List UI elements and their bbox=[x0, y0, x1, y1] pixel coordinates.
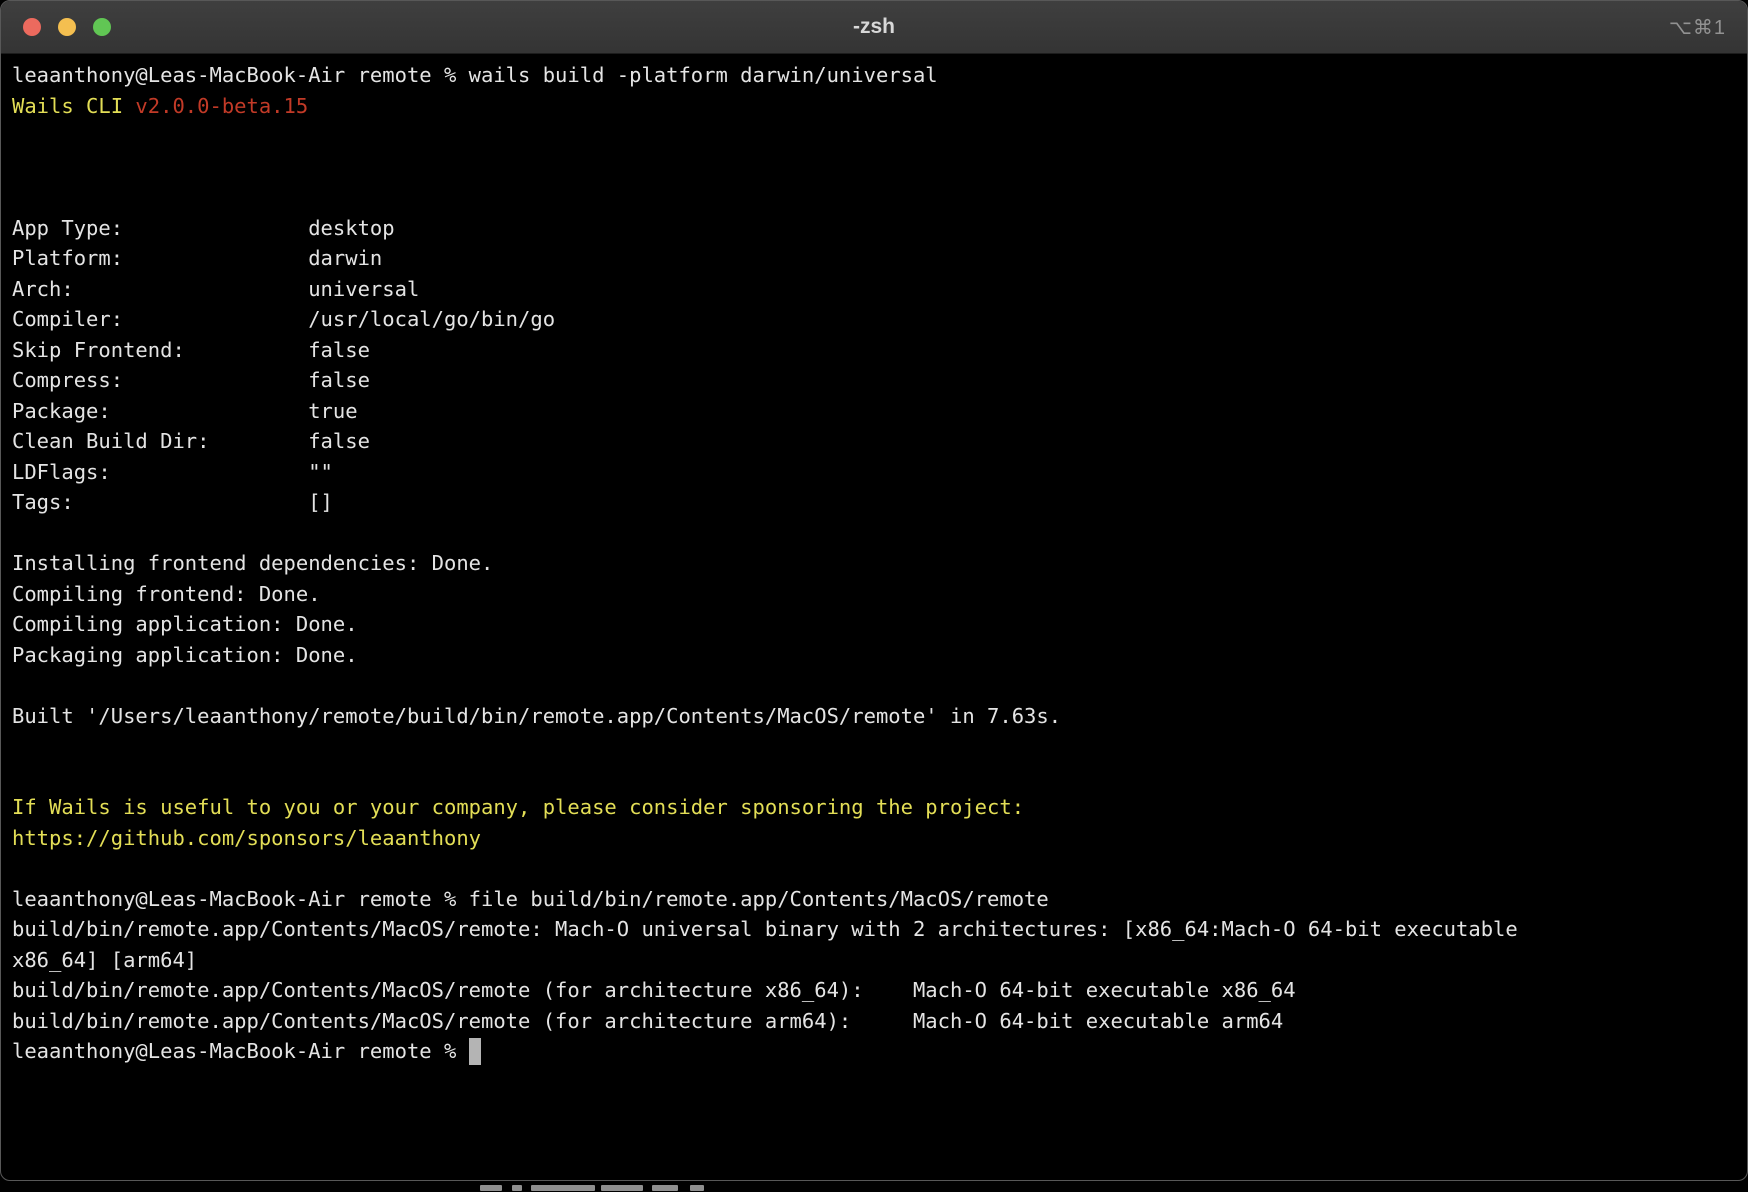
terminal-line: Tags: [] bbox=[12, 487, 1737, 518]
terminal-text: Compiler: /usr/local/go/bin/go bbox=[12, 307, 555, 331]
terminal-line: LDFlags: "" bbox=[12, 457, 1737, 488]
sponsor-url-link[interactable]: https://github.com/sponsors/leaanthony bbox=[12, 826, 481, 850]
terminal-line: x86_64] [arm64] bbox=[12, 945, 1737, 976]
terminal-text: Compiling application: Done. bbox=[12, 612, 358, 636]
tab-shortcut-badge: ⌥⌘1 bbox=[1669, 1, 1726, 53]
terminal-text: Compiling frontend: Done. bbox=[12, 582, 321, 606]
terminal-text: leaanthony@Leas-MacBook-Air remote % wai… bbox=[12, 63, 938, 87]
terminal-text: Platform: darwin bbox=[12, 246, 382, 270]
terminal-text: v2.0.0-beta.15 bbox=[135, 94, 308, 118]
terminal-text: Packaging application: Done. bbox=[12, 643, 358, 667]
close-button[interactable] bbox=[23, 18, 41, 36]
terminal-line: https://github.com/sponsors/leaanthony bbox=[12, 823, 1737, 854]
background-window-fragment bbox=[601, 1185, 643, 1191]
terminal-text: build/bin/remote.app/Contents/MacOS/remo… bbox=[12, 978, 1296, 1002]
terminal-line: Arch: universal bbox=[12, 274, 1737, 305]
terminal-text: build/bin/remote.app/Contents/MacOS/remo… bbox=[12, 1009, 1283, 1033]
terminal-line: Installing frontend dependencies: Done. bbox=[12, 548, 1737, 579]
terminal-line bbox=[12, 152, 1737, 183]
terminal-text: LDFlags: "" bbox=[12, 460, 333, 484]
terminal-line: build/bin/remote.app/Contents/MacOS/remo… bbox=[12, 975, 1737, 1006]
terminal-text: leaanthony@Leas-MacBook-Air remote % bbox=[12, 1039, 469, 1063]
terminal-line: App Type: desktop bbox=[12, 213, 1737, 244]
terminal-text: Arch: universal bbox=[12, 277, 419, 301]
terminal-text: Built '/Users/leaanthony/remote/build/bi… bbox=[12, 704, 1061, 728]
terminal-text: Tags: [] bbox=[12, 490, 333, 514]
terminal-text: Installing frontend dependencies: Done. bbox=[12, 551, 493, 575]
terminal-line: leaanthony@Leas-MacBook-Air remote % fil… bbox=[12, 884, 1737, 915]
terminal-line: Packaging application: Done. bbox=[12, 640, 1737, 671]
terminal-line: Compiling application: Done. bbox=[12, 609, 1737, 640]
terminal-text: Skip Frontend: false bbox=[12, 338, 370, 362]
window-title: -zsh bbox=[1, 1, 1747, 53]
terminal-line bbox=[12, 762, 1737, 793]
terminal-line bbox=[12, 853, 1737, 884]
terminal-line bbox=[12, 182, 1737, 213]
terminal-text: Clean Build Dir: false bbox=[12, 429, 370, 453]
terminal-line: Platform: darwin bbox=[12, 243, 1737, 274]
terminal-line: build/bin/remote.app/Contents/MacOS/remo… bbox=[12, 914, 1737, 945]
terminal-text: Compress: false bbox=[12, 368, 370, 392]
terminal-output[interactable]: leaanthony@Leas-MacBook-Air remote % wai… bbox=[1, 54, 1747, 1067]
terminal-line bbox=[12, 121, 1737, 152]
titlebar[interactable]: -zsh ⌥⌘1 bbox=[1, 1, 1747, 54]
traffic-lights bbox=[23, 18, 111, 36]
background-window-fragment bbox=[0, 1185, 1748, 1192]
terminal-line bbox=[12, 670, 1737, 701]
background-window-fragment bbox=[512, 1185, 522, 1191]
terminal-line: Package: true bbox=[12, 396, 1737, 427]
terminal-line bbox=[12, 731, 1737, 762]
background-window-fragment bbox=[652, 1185, 678, 1191]
terminal-line: Wails CLI v2.0.0-beta.15 bbox=[12, 91, 1737, 122]
zoom-button[interactable] bbox=[93, 18, 111, 36]
terminal-line: If Wails is useful to you or your compan… bbox=[12, 792, 1737, 823]
terminal-cursor bbox=[469, 1038, 481, 1065]
terminal-text: x86_64] [arm64] bbox=[12, 948, 197, 972]
terminal-line bbox=[12, 518, 1737, 549]
background-window-fragment bbox=[531, 1185, 595, 1191]
terminal-line: leaanthony@Leas-MacBook-Air remote % bbox=[12, 1036, 1737, 1067]
background-window-fragment bbox=[480, 1185, 502, 1191]
terminal-line: leaanthony@Leas-MacBook-Air remote % wai… bbox=[12, 60, 1737, 91]
terminal-line: Compress: false bbox=[12, 365, 1737, 396]
terminal-line: Compiler: /usr/local/go/bin/go bbox=[12, 304, 1737, 335]
terminal-text: Wails CLI bbox=[12, 94, 135, 118]
terminal-text: leaanthony@Leas-MacBook-Air remote % fil… bbox=[12, 887, 1049, 911]
minimize-button[interactable] bbox=[58, 18, 76, 36]
terminal-line: Skip Frontend: false bbox=[12, 335, 1737, 366]
terminal-text: build/bin/remote.app/Contents/MacOS/remo… bbox=[12, 917, 1518, 941]
background-window-fragment bbox=[690, 1185, 704, 1191]
terminal-line: Clean Build Dir: false bbox=[12, 426, 1737, 457]
terminal-line: build/bin/remote.app/Contents/MacOS/remo… bbox=[12, 1006, 1737, 1037]
terminal-text: App Type: desktop bbox=[12, 216, 395, 240]
terminal-text: Package: true bbox=[12, 399, 358, 423]
terminal-text: If Wails is useful to you or your compan… bbox=[12, 795, 1024, 819]
terminal-line: Compiling frontend: Done. bbox=[12, 579, 1737, 610]
terminal-line: Built '/Users/leaanthony/remote/build/bi… bbox=[12, 701, 1737, 732]
terminal-window: -zsh ⌥⌘1 leaanthony@Leas-MacBook-Air rem… bbox=[0, 0, 1748, 1181]
